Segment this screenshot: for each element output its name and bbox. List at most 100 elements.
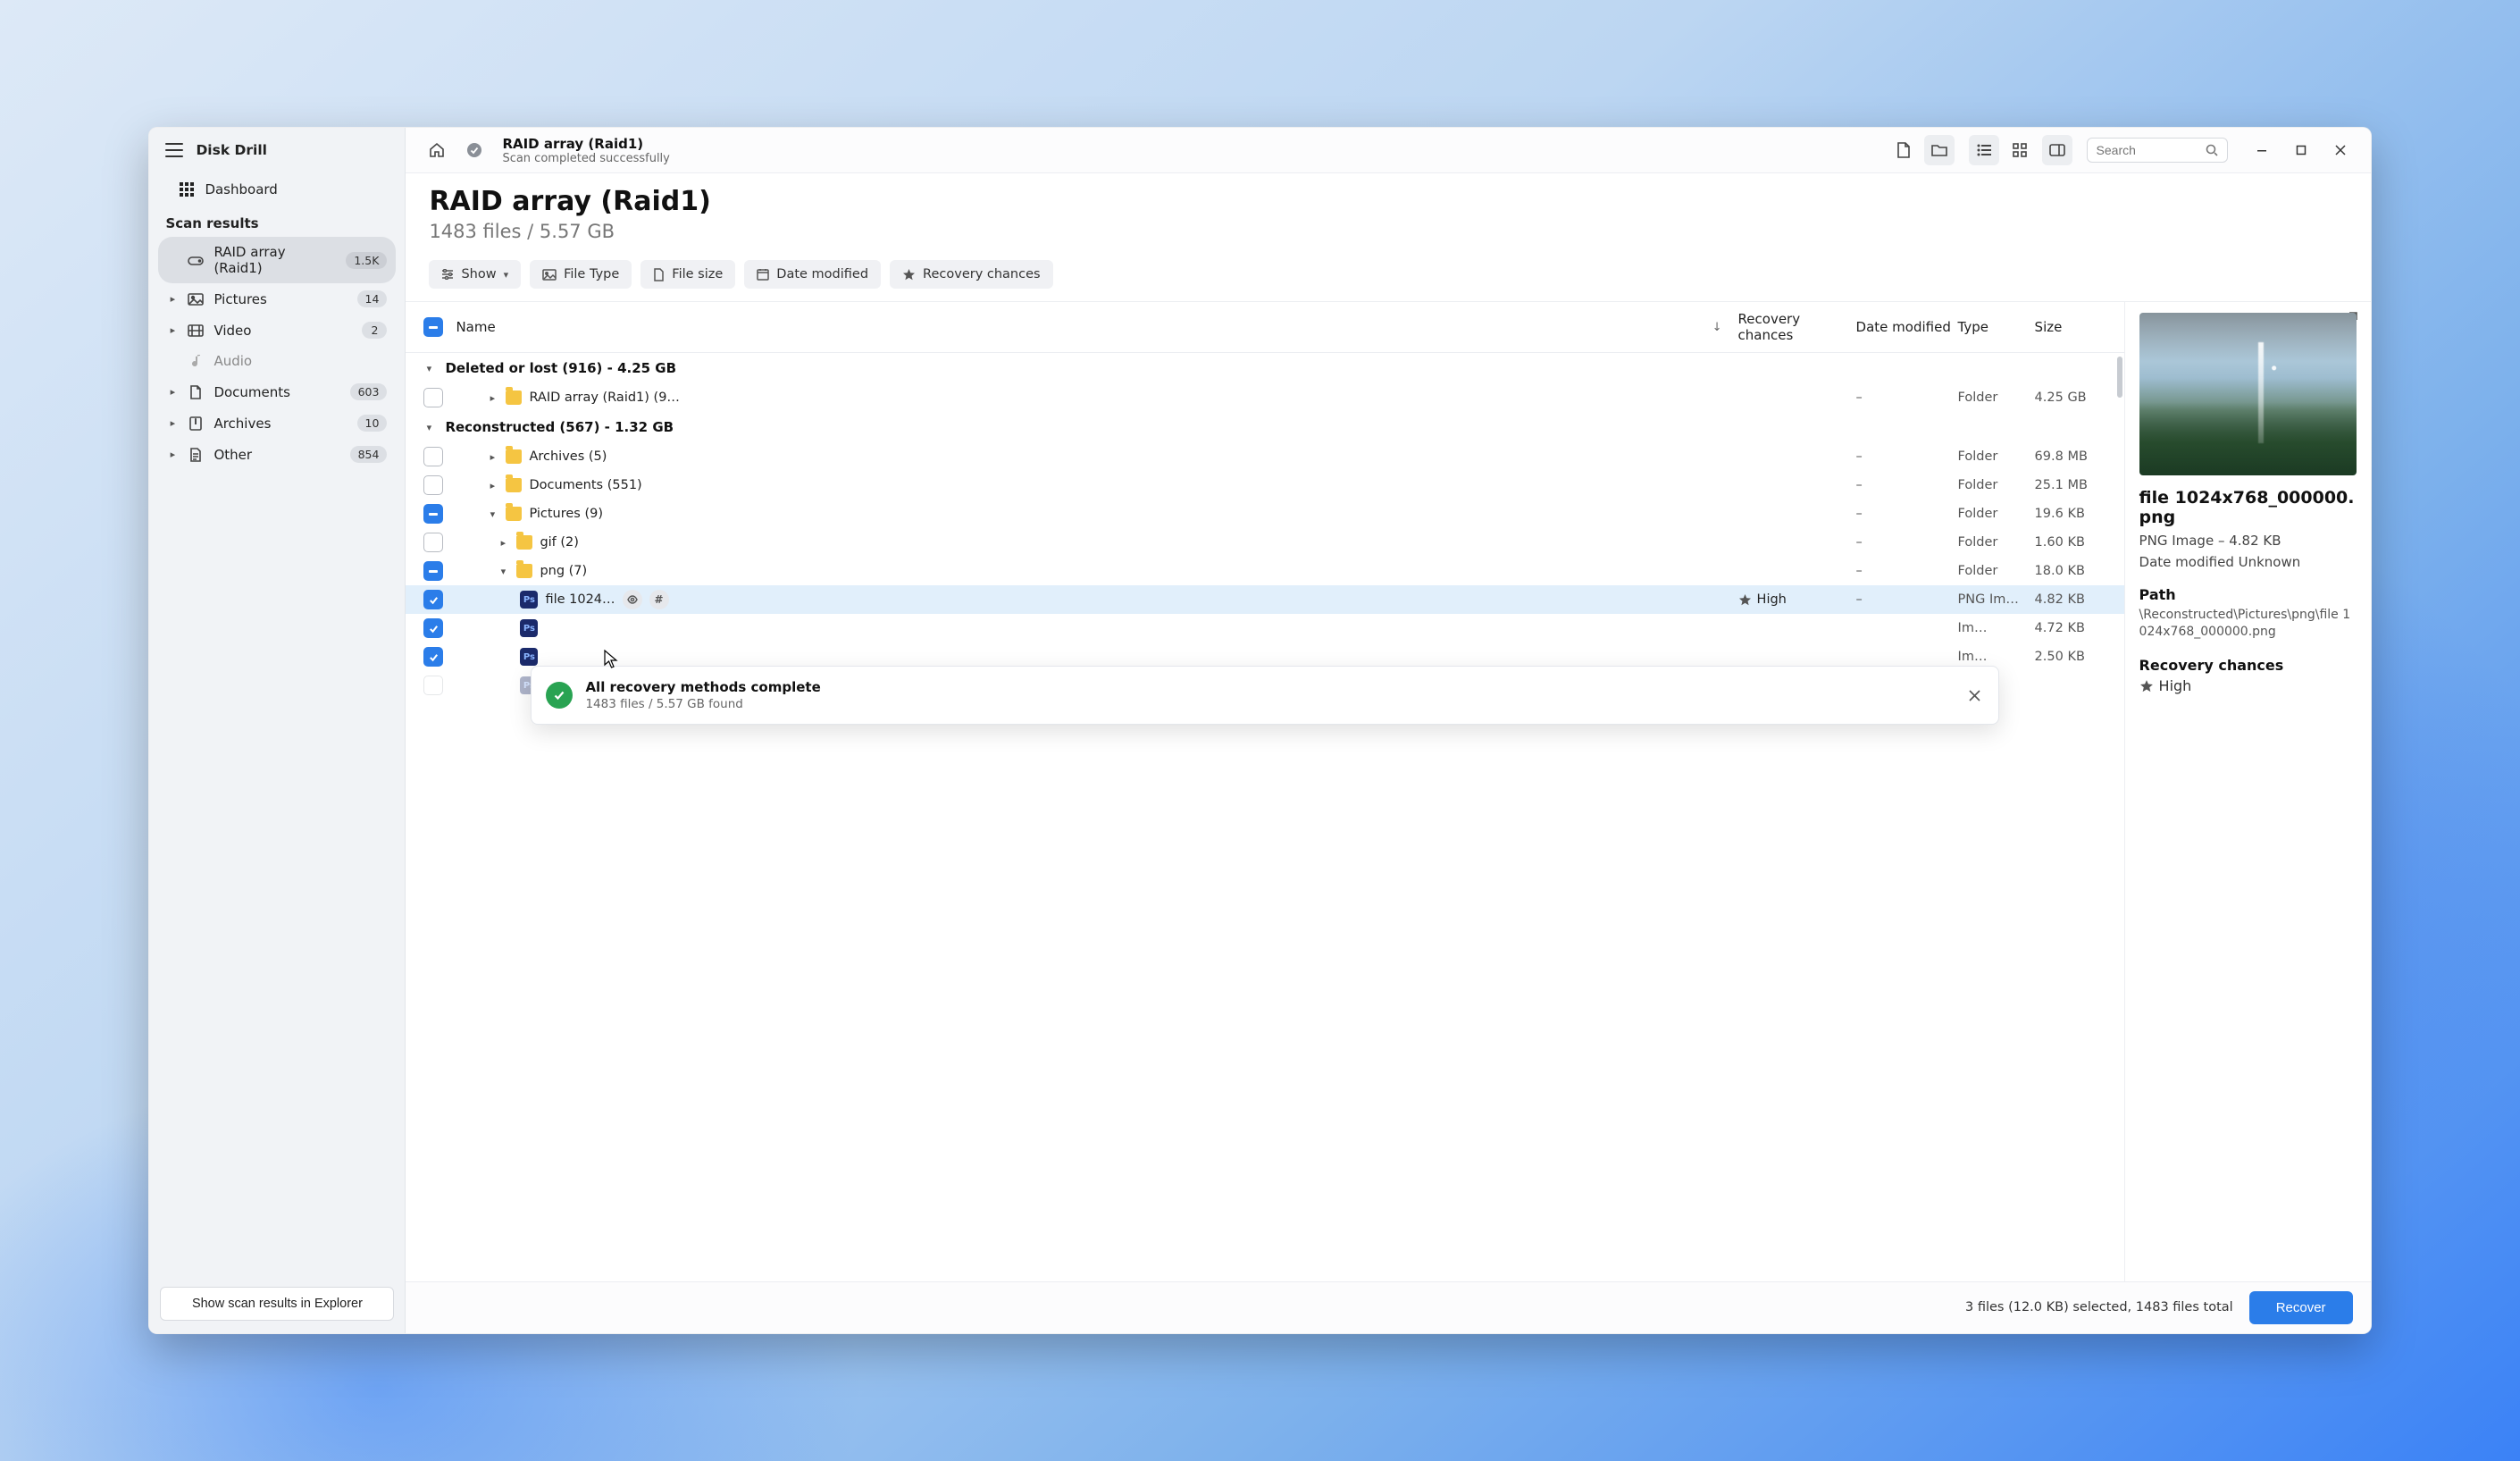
main: RAID array (Raid1) Scan completed succes…: [406, 128, 2370, 1333]
sidebar-item-raid[interactable]: RAID array (Raid1) 1.5K: [158, 237, 396, 283]
row-checkbox[interactable]: [423, 447, 443, 466]
folder-icon[interactable]: [1924, 135, 1955, 165]
cell-type: Folder: [1958, 478, 2035, 492]
table-row[interactable]: Ps Im… 4.72 KB: [406, 614, 2123, 642]
cell-date: –: [1856, 390, 1958, 405]
row-checkbox[interactable]: [423, 533, 443, 552]
cell-size: 1.60 KB: [2035, 535, 2112, 550]
details-rec-label: Recovery chances: [2139, 657, 2357, 674]
row-checkbox[interactable]: [423, 388, 443, 407]
file-name: gif (2): [540, 535, 579, 550]
chevron-right-icon[interactable]: ▸: [167, 386, 178, 398]
minimize-button[interactable]: [2244, 135, 2280, 165]
table-row[interactable]: ▾Pictures (9) – Folder 19.6 KB: [406, 500, 2123, 528]
chevron-down-icon[interactable]: ▾: [497, 566, 509, 577]
file-icon[interactable]: [1888, 135, 1919, 165]
search-input[interactable]: [2097, 143, 2198, 157]
chevron-right-icon[interactable]: ▸: [167, 449, 178, 460]
col-date[interactable]: Date modified: [1856, 319, 1958, 335]
row-checkbox[interactable]: [423, 561, 443, 581]
chevron-right-icon[interactable]: ▸: [167, 417, 178, 429]
table-row[interactable]: ▸gif (2) – Folder 1.60 KB: [406, 528, 2123, 557]
cell-date: –: [1856, 535, 1958, 550]
app-title: Disk Drill: [196, 142, 267, 158]
row-checkbox[interactable]: [423, 504, 443, 524]
table-row[interactable]: ▸Documents (551) – Folder 25.1 MB: [406, 471, 2123, 500]
filetype-chip[interactable]: File Type: [530, 260, 632, 289]
video-icon: [187, 324, 205, 337]
date-chip[interactable]: Date modified: [744, 260, 881, 289]
recover-button[interactable]: Recover: [2249, 1291, 2353, 1324]
home-icon[interactable]: [422, 135, 452, 165]
content: Name ↓ Recovery chances Date modified Ty…: [406, 301, 2370, 1281]
menu-icon[interactable]: [165, 143, 183, 157]
close-button[interactable]: [2323, 135, 2358, 165]
table-row[interactable]: ▸RAID array (Raid1) (9… – Folder 4.25 GB: [406, 383, 2123, 412]
row-checkbox[interactable]: [423, 647, 443, 667]
table-row[interactable]: Ps file 1024… # High – PNG Im… 4.82 KB: [406, 585, 2123, 614]
col-type[interactable]: Type: [1958, 319, 2035, 335]
group-deleted[interactable]: ▾ Deleted or lost (916) - 4.25 GB: [406, 353, 2123, 383]
sort-desc-icon[interactable]: ↓: [1712, 321, 1738, 334]
hex-icon[interactable]: #: [649, 590, 669, 609]
sidebar-item-archives[interactable]: ▸ Archives 10: [158, 407, 396, 439]
sidebar: Disk Drill Dashboard Scan results RAID a…: [149, 128, 406, 1333]
search-icon: [2206, 144, 2218, 156]
col-recovery[interactable]: Recovery chances: [1738, 311, 1856, 343]
file-name: Documents (551): [529, 478, 641, 492]
count-badge: 14: [357, 290, 388, 307]
show-chip[interactable]: Show ▾: [429, 260, 521, 289]
chevron-down-icon[interactable]: ▾: [422, 422, 436, 433]
file-name: Pictures (9): [529, 507, 603, 521]
col-name[interactable]: Name: [456, 319, 495, 335]
sidebar-item-audio[interactable]: Audio: [158, 346, 396, 376]
table-row[interactable]: ▾png (7) – Folder 18.0 KB: [406, 557, 2123, 585]
table-body[interactable]: ▾ Deleted or lost (916) - 4.25 GB ▸RAID …: [406, 353, 2123, 1281]
group-reconstructed[interactable]: ▾ Reconstructed (567) - 1.32 GB: [406, 412, 2123, 442]
preview-icon[interactable]: [623, 590, 642, 609]
chevron-down-icon[interactable]: ▾: [422, 363, 436, 374]
select-all-checkbox[interactable]: [423, 317, 443, 337]
filter-bar: Show ▾ File Type File size Date modified…: [406, 246, 2370, 301]
cell-size: 2.50 KB: [2035, 650, 2112, 664]
sidebar-item-other[interactable]: ▸ Other 854: [158, 439, 396, 470]
document-icon: [187, 385, 205, 399]
chevron-right-icon[interactable]: ▸: [486, 451, 498, 463]
sidebar-dashboard[interactable]: Dashboard: [158, 172, 396, 206]
chevron-right-icon[interactable]: ▸: [486, 392, 498, 404]
sidebar-item-documents[interactable]: ▸ Documents 603: [158, 376, 396, 407]
maximize-button[interactable]: [2283, 135, 2319, 165]
grid-view-icon[interactable]: [2005, 135, 2035, 165]
recovery-chip[interactable]: Recovery chances: [890, 260, 1053, 289]
sidebar-item-video[interactable]: ▸ Video 2: [158, 315, 396, 346]
chevron-right-icon[interactable]: ▸: [486, 480, 498, 491]
cell-type: Im…: [1958, 621, 2035, 635]
folder-icon: [516, 564, 532, 578]
table-row[interactable]: ▸Archives (5) – Folder 69.8 MB: [406, 442, 2123, 471]
chevron-right-icon[interactable]: ▸: [167, 324, 178, 336]
sidebar-item-pictures[interactable]: ▸ Pictures 14: [158, 283, 396, 315]
toast-close-icon[interactable]: [1965, 686, 1984, 705]
cell-date: –: [1856, 564, 1958, 578]
col-size[interactable]: Size: [2035, 319, 2112, 335]
cell-date: –: [1856, 449, 1958, 464]
chevron-right-icon[interactable]: ▸: [167, 293, 178, 305]
filesize-chip[interactable]: File size: [640, 260, 735, 289]
picture-icon: [187, 293, 205, 306]
list-view-icon[interactable]: [1969, 135, 1999, 165]
row-checkbox[interactable]: [423, 618, 443, 638]
photoshop-icon: Ps: [520, 648, 538, 666]
file-name: Archives (5): [529, 449, 607, 464]
count-badge: 10: [357, 415, 388, 432]
chevron-right-icon[interactable]: ▸: [497, 537, 509, 549]
row-checkbox[interactable]: [423, 590, 443, 609]
search-box[interactable]: [2087, 138, 2228, 163]
show-in-explorer-button[interactable]: Show scan results in Explorer: [160, 1287, 394, 1321]
row-checkbox[interactable]: [423, 475, 443, 495]
row-checkbox[interactable]: [423, 676, 443, 695]
cell-type: Im…: [1958, 650, 2035, 664]
panel-toggle-icon[interactable]: [2042, 135, 2072, 165]
cell-size: 18.0 KB: [2035, 564, 2112, 578]
audio-icon: [187, 354, 205, 368]
chevron-down-icon[interactable]: ▾: [486, 508, 498, 520]
